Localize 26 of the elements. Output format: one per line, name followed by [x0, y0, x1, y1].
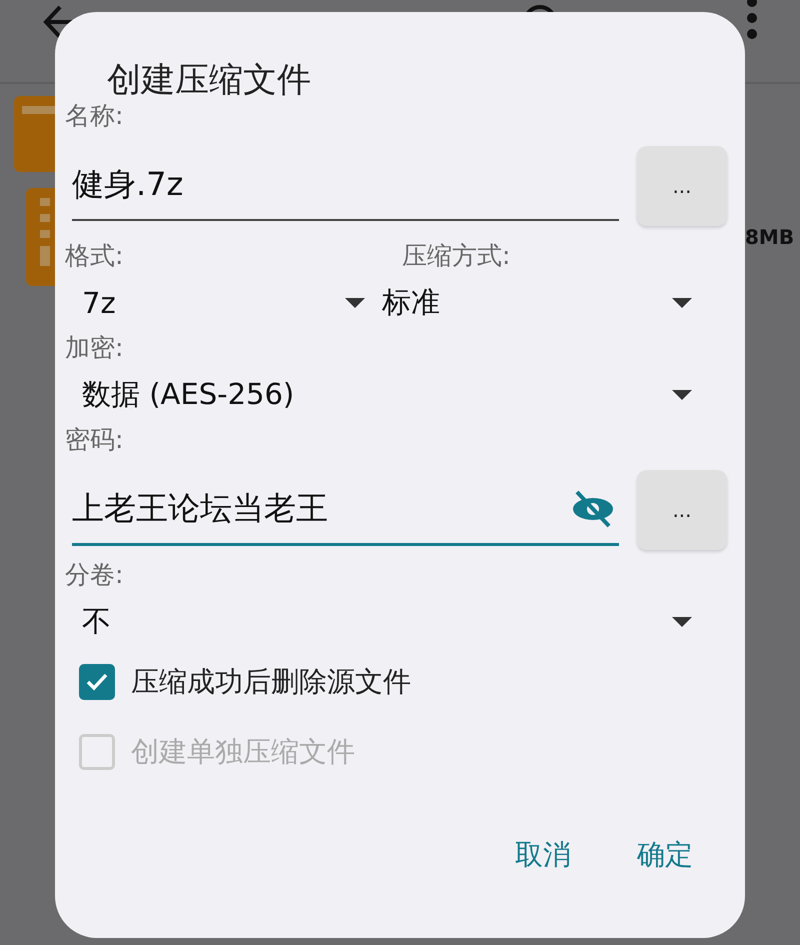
more-icon[interactable]: [746, 0, 758, 40]
caret-icon: [345, 298, 365, 308]
checkbox-label: 创建单独压缩文件: [131, 734, 355, 770]
checkbox[interactable]: [79, 664, 115, 700]
options-button[interactable]: ...: [637, 470, 727, 550]
field-label: 格式:: [65, 241, 124, 271]
caret-icon: [672, 390, 692, 400]
dialog-title: 创建压缩文件: [106, 60, 312, 100]
field-label: 压缩方式:: [402, 241, 512, 271]
dialog-button[interactable]: 取消: [509, 832, 577, 878]
dialog-button[interactable]: 确定: [631, 832, 699, 878]
field-label: 分卷:: [65, 560, 124, 590]
method-dropdown[interactable]: 标准: [382, 283, 727, 323]
browse-button[interactable]: ...: [637, 146, 727, 226]
caret-icon: [672, 617, 692, 627]
name-field[interactable]: 健身.7z: [72, 151, 619, 221]
encryption-dropdown[interactable]: 数据 (AES-256): [65, 375, 727, 415]
file-size: 8MB: [745, 225, 794, 249]
field-label: 名称:: [65, 101, 124, 131]
field-label: 密码:: [65, 425, 124, 455]
split-dropdown[interactable]: 不: [65, 602, 727, 642]
format-dropdown[interactable]: 7z: [65, 283, 365, 323]
caret-icon: [672, 298, 692, 308]
field-label: 加密:: [65, 333, 124, 363]
password-field[interactable]: 上老王论坛当老王: [72, 474, 619, 546]
checkbox-label: 压缩成功后删除源文件: [131, 664, 411, 700]
